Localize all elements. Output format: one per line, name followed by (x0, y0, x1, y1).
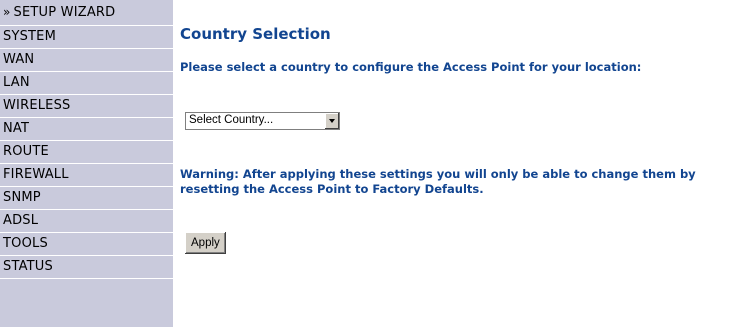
sidebar-item-lan[interactable]: LAN (0, 72, 173, 95)
sidebar-item-setup-wizard[interactable]: » SETUP WIZARD (0, 0, 173, 26)
sidebar-item-system[interactable]: SYSTEM (0, 26, 173, 49)
sidebar-item-tools[interactable]: TOOLS (0, 233, 173, 256)
main-content: Country Selection Please select a countr… (180, 0, 737, 327)
apply-button[interactable]: Apply (185, 232, 226, 254)
sidebar-item-label: WAN (3, 52, 35, 67)
sidebar-item-nat[interactable]: NAT (0, 118, 173, 141)
double-chevron-right-icon: » (3, 5, 11, 19)
sidebar-item-adsl[interactable]: ADSL (0, 210, 173, 233)
sidebar-item-label: ADSL (3, 213, 39, 228)
sidebar-item-label: SYSTEM (3, 29, 57, 44)
sidebar-item-label: SETUP WIZARD (13, 5, 116, 20)
sidebar-nav: » SETUP WIZARD SYSTEM WAN LAN WIRELESS NA… (0, 0, 173, 327)
country-select-value: Select Country... (189, 114, 274, 126)
sidebar-item-route[interactable]: ROUTE (0, 141, 173, 164)
sidebar-item-label: ROUTE (3, 144, 49, 159)
sidebar-item-label: STATUS (3, 259, 53, 274)
sidebar-item-label: LAN (3, 75, 30, 90)
sidebar-item-label: WIRELESS (3, 98, 71, 113)
page-title: Country Selection (180, 25, 331, 43)
sidebar-item-firewall[interactable]: FIREWALL (0, 164, 173, 187)
sidebar-item-label: TOOLS (3, 236, 48, 251)
chevron-down-icon (329, 119, 335, 123)
sidebar-item-status[interactable]: STATUS (0, 256, 173, 279)
warning-text: Warning: After applying these settings y… (180, 167, 696, 196)
dropdown-arrow-button[interactable] (324, 113, 339, 129)
sidebar-item-snmp[interactable]: SNMP (0, 187, 173, 210)
sidebar-item-label: FIREWALL (3, 167, 69, 182)
sidebar-item-label: SNMP (3, 190, 41, 205)
country-select[interactable]: Select Country... (185, 112, 340, 130)
instruction-text: Please select a country to configure the… (180, 60, 642, 74)
sidebar-item-label: NAT (3, 121, 30, 136)
sidebar-item-wan[interactable]: WAN (0, 49, 173, 72)
sidebar-item-wireless[interactable]: WIRELESS (0, 95, 173, 118)
